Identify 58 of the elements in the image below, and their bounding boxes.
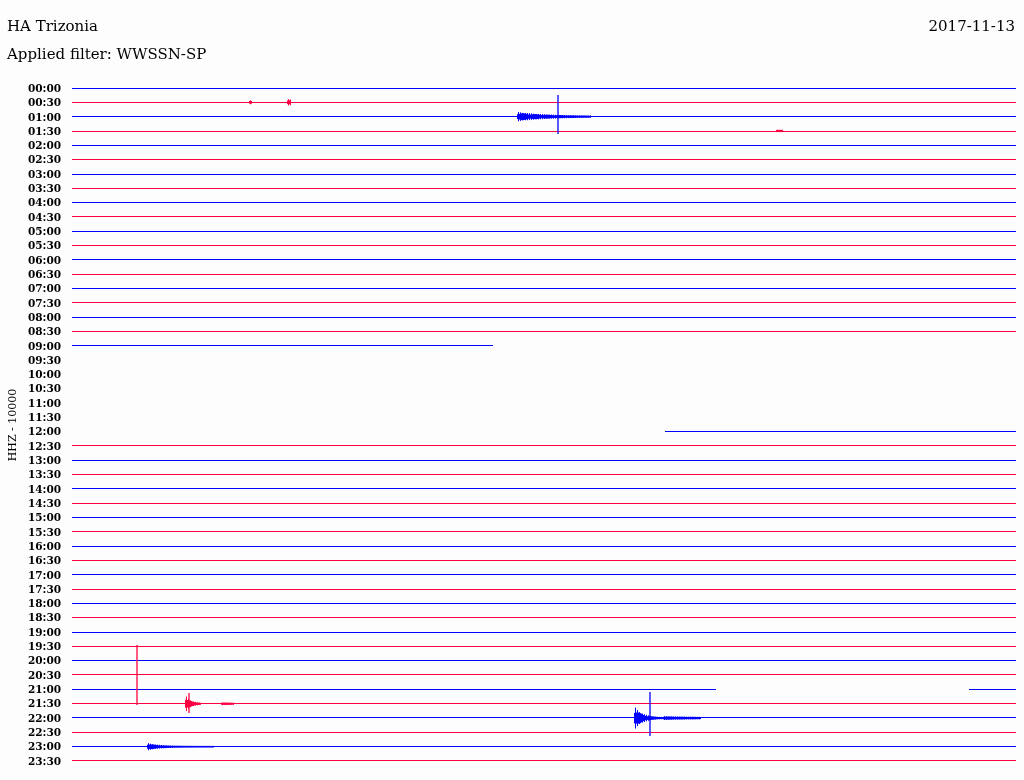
time-label: 23:00 [27, 741, 61, 752]
time-label: 23:30 [27, 755, 61, 767]
time-label: 06:00 [27, 254, 61, 266]
time-label: 15:30 [27, 526, 61, 538]
time-label: 21:30 [27, 698, 61, 709]
time-label: 18:30 [27, 612, 61, 623]
waveform-drawing [287, 98, 291, 106]
time-label: 11:00 [27, 397, 61, 409]
time-label: 12:30 [27, 440, 61, 452]
time-label: 05:00 [27, 226, 61, 237]
time-label: 16:00 [27, 540, 61, 552]
time-label: 00:30 [27, 97, 61, 108]
time-label: 13:00 [27, 455, 61, 466]
time-label: 03:00 [27, 168, 61, 180]
time-label: 20:30 [27, 669, 61, 681]
date-label: 2017-11-13 [928, 19, 1015, 34]
waveform-drawing [185, 695, 201, 712]
time-label: 17:30 [27, 583, 61, 595]
time-label: 19:00 [27, 626, 61, 638]
time-label: 17:00 [27, 569, 61, 581]
time-label: 09:00 [27, 340, 61, 352]
time-label: 16:30 [27, 555, 61, 566]
time-label: 01:30 [27, 125, 61, 137]
time-label: 07:30 [27, 297, 61, 309]
filter-label: Applied filter: WWSSN-SP [7, 45, 207, 63]
time-label: 21:00 [27, 684, 61, 695]
time-label: 01:00 [27, 111, 61, 123]
time-label: 22:00 [27, 712, 61, 724]
time-label: 07:00 [27, 283, 61, 294]
time-label: 09:30 [27, 354, 61, 366]
time-label: 04:00 [27, 197, 61, 208]
time-label: 13:30 [27, 469, 61, 480]
waveform-drawing [776, 129, 783, 133]
time-label: 02:00 [27, 140, 61, 151]
time-label: 04:30 [27, 211, 61, 223]
time-label: 00:00 [27, 82, 61, 94]
time-label: 18:00 [27, 598, 61, 609]
time-label: 14:00 [27, 483, 61, 495]
waveform-drawing [147, 742, 214, 751]
waveform-drawing [249, 99, 252, 105]
time-label: 14:30 [27, 497, 61, 509]
time-label: 05:30 [27, 240, 61, 251]
time-label: 22:30 [27, 726, 61, 738]
time-label: 10:00 [27, 369, 61, 380]
time-label: 08:00 [27, 311, 61, 323]
time-label: 12:00 [27, 426, 61, 437]
time-label: 08:30 [27, 326, 61, 337]
time-label: 03:30 [27, 183, 61, 194]
station-title: HA Trizonia [7, 19, 98, 34]
time-label: 15:00 [27, 512, 61, 523]
time-label: 11:30 [27, 412, 61, 423]
waveform-drawing [221, 701, 234, 706]
time-label: 02:30 [27, 154, 61, 165]
axis-label: HHZ - 10000 [6, 388, 18, 462]
time-label: 19:30 [27, 641, 61, 652]
time-label: 10:30 [27, 383, 61, 394]
time-label: 20:00 [27, 655, 61, 666]
time-label: 06:30 [27, 268, 61, 280]
